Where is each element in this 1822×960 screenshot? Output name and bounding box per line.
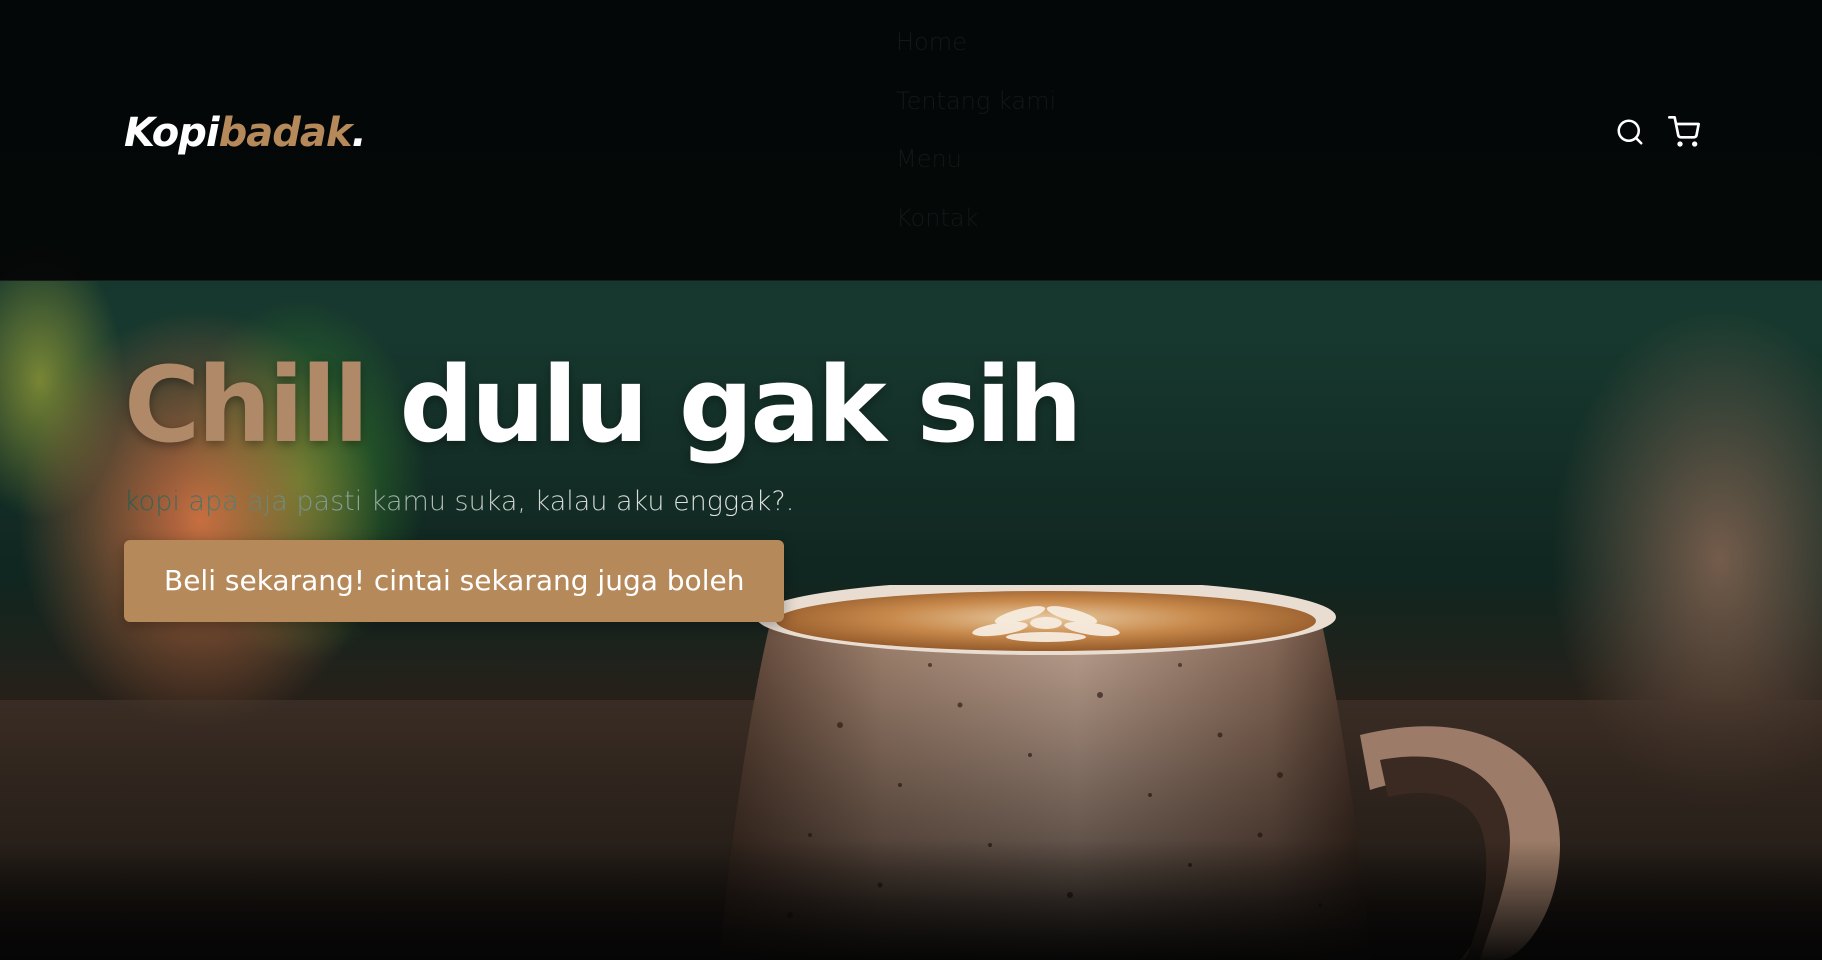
nav-menu: Home Tentang kami Menu Kontak	[896, 24, 1056, 258]
brand-name-suffix: .	[351, 110, 367, 156]
nav-item-kontak: Kontak	[896, 200, 1056, 259]
nav-icons	[1614, 116, 1700, 148]
hero-title: Chill dulu gak sih	[124, 340, 1083, 470]
brand-name-accent: badak	[218, 110, 353, 156]
bottom-fade	[0, 840, 1822, 960]
brand-logo[interactable]: Kopibadak.	[124, 110, 367, 156]
nav-link-menu[interactable]: Menu	[896, 145, 962, 173]
hero-title-accent: Chill	[124, 344, 369, 466]
search-icon[interactable]	[1614, 116, 1646, 148]
nav-item-menu: Menu	[896, 141, 1056, 200]
shopping-cart-icon[interactable]	[1668, 116, 1700, 148]
cta-buy-now-button[interactable]: Beli sekarang! cintai sekarang juga bole…	[124, 540, 785, 622]
nav-link-home[interactable]: Home	[896, 28, 967, 56]
brand-name-primary: Kopi	[124, 110, 220, 156]
nav-link-tentang-kami[interactable]: Tentang kami	[896, 87, 1056, 115]
landing-page: Kopibadak. Home Tentang kami Menu Kontak	[0, 0, 1822, 960]
hero-section: Chill dulu gak sih kopi apa aja pasti ka…	[124, 340, 1083, 622]
nav-link-kontak[interactable]: Kontak	[896, 204, 978, 232]
nav-item-tentang-kami: Tentang kami	[896, 83, 1056, 142]
nav-item-home: Home	[896, 24, 1056, 83]
navbar: Kopibadak. Home Tentang kami Menu Kontak	[0, 0, 1822, 281]
hero-subtitle: kopi apa aja pasti kamu suka, kalau aku …	[124, 482, 1079, 522]
hero-title-rest: dulu gak sih	[366, 344, 1083, 466]
